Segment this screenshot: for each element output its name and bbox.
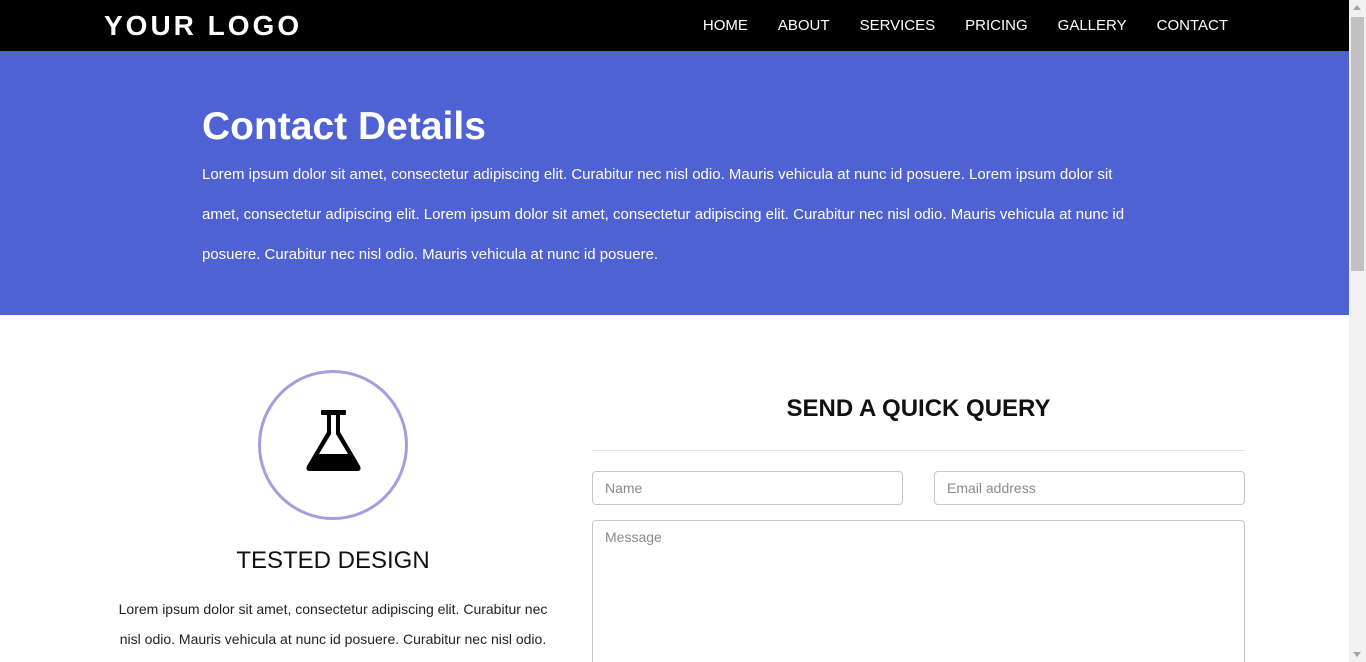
feature-text: Lorem ipsum dolor sit amet, consectetur … <box>118 601 548 662</box>
page: YOUR LOGO HOME ABOUT SERVICES PRICING GA… <box>0 0 1349 662</box>
feature-title: TESTED DESIGN <box>236 547 430 574</box>
hero-text: Lorem ipsum dolor sit amet, consectetur … <box>202 166 1125 263</box>
nav-services-link[interactable]: SERVICES <box>860 0 936 51</box>
logo[interactable]: YOUR LOGO <box>104 10 302 42</box>
name-input[interactable] <box>592 471 903 505</box>
query-form: SEND A QUICK QUERY <box>592 392 1245 662</box>
nav-pricing-link[interactable]: PRICING <box>965 0 1028 51</box>
feature-card: TESTED DESIGN Lorem ipsum dolor sit amet… <box>104 370 562 662</box>
nav-about-link[interactable]: ABOUT <box>778 0 830 51</box>
form-title: SEND A QUICK QUERY <box>786 395 1051 422</box>
flask-icon <box>306 410 361 471</box>
nav-gallery-link[interactable]: GALLERY <box>1058 0 1127 51</box>
message-textarea[interactable] <box>592 520 1245 662</box>
vertical-scrollbar[interactable] <box>1349 0 1366 662</box>
hero-section: Contact Details Lorem ipsum dolor sit am… <box>0 51 1349 315</box>
scroll-down-icon[interactable] <box>1353 652 1361 657</box>
main-nav: HOME ABOUT SERVICES PRICING GALLERY CONT… <box>673 0 1228 51</box>
email-input[interactable] <box>934 471 1245 505</box>
nav-home-link[interactable]: HOME <box>703 0 748 51</box>
navbar: YOUR LOGO HOME ABOUT SERVICES PRICING GA… <box>0 0 1349 51</box>
scroll-up-icon[interactable] <box>1353 5 1361 10</box>
feature-icon-circle <box>258 370 408 520</box>
form-row <box>592 471 1245 505</box>
scrollbar-thumb[interactable] <box>1351 17 1364 271</box>
form-divider <box>592 450 1245 451</box>
page-title: Contact Details <box>202 105 486 148</box>
nav-contact-link[interactable]: CONTACT <box>1157 0 1228 51</box>
